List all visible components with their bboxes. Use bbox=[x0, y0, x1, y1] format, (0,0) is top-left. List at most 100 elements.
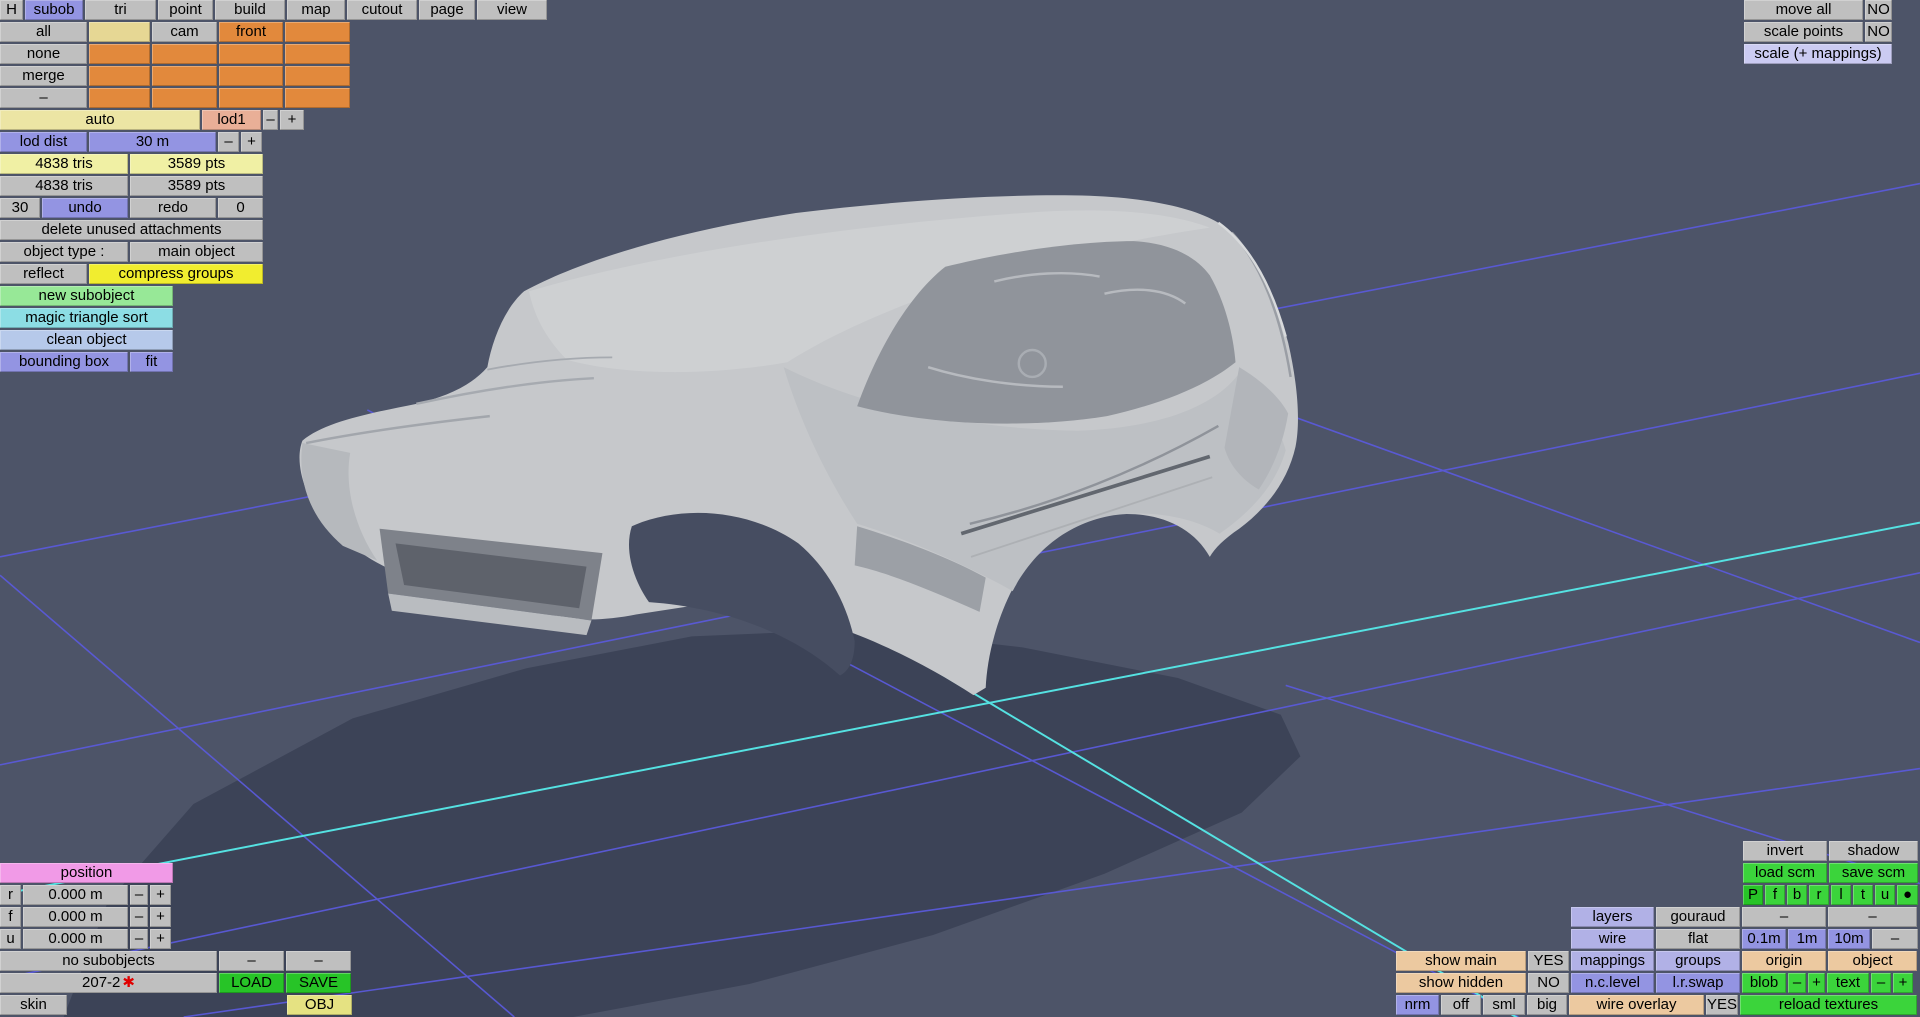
front-button[interactable]: front bbox=[219, 22, 283, 42]
groups-button[interactable]: groups bbox=[1656, 951, 1740, 971]
lod-auto-button[interactable]: auto bbox=[0, 110, 200, 130]
reload-textures-button[interactable]: reload textures bbox=[1740, 995, 1917, 1015]
selection-slot[interactable] bbox=[219, 44, 283, 64]
text-button[interactable]: text bbox=[1827, 973, 1869, 993]
selection-dash-button[interactable]: – bbox=[0, 88, 87, 108]
object-button[interactable]: object bbox=[1828, 951, 1917, 971]
nc-level-button[interactable]: n.c.level bbox=[1571, 973, 1654, 993]
new-subobject-button[interactable]: new subobject bbox=[0, 286, 173, 306]
load-scm-button[interactable]: load scm bbox=[1743, 863, 1827, 883]
position-u-minus-button[interactable]: – bbox=[130, 929, 148, 949]
position-r-value[interactable]: 0.000 m bbox=[23, 885, 128, 905]
scale-mappings-button[interactable]: scale (+ mappings) bbox=[1744, 44, 1892, 64]
obj-button[interactable]: OBJ bbox=[287, 995, 352, 1015]
lod-plus-button[interactable]: + bbox=[280, 110, 304, 130]
lod-dist-value[interactable]: 30 m bbox=[89, 132, 216, 152]
selection-slot[interactable] bbox=[219, 66, 283, 86]
selection-slot[interactable] bbox=[152, 66, 217, 86]
position-r-minus-button[interactable]: – bbox=[130, 885, 148, 905]
lod-dist-plus-button[interactable]: + bbox=[241, 132, 262, 152]
selection-slot[interactable] bbox=[152, 88, 217, 108]
selection-slot[interactable] bbox=[285, 22, 350, 42]
show-hidden-button[interactable]: show hidden bbox=[1396, 973, 1526, 993]
origin-button[interactable]: origin bbox=[1742, 951, 1826, 971]
select-all-button[interactable]: all bbox=[0, 22, 87, 42]
show-hidden-value[interactable]: NO bbox=[1528, 973, 1569, 993]
view-top-button[interactable]: t bbox=[1853, 885, 1873, 905]
selection-slot[interactable] bbox=[285, 66, 350, 86]
tab-page[interactable]: page bbox=[419, 0, 475, 20]
select-none-button[interactable]: none bbox=[0, 44, 87, 64]
model-name[interactable]: 207-2 ✱ bbox=[0, 973, 217, 993]
show-main-value[interactable]: YES bbox=[1528, 951, 1569, 971]
grid-step-01m-button[interactable]: 0.1m bbox=[1742, 929, 1786, 949]
grid-step-10m-button[interactable]: 10m bbox=[1828, 929, 1870, 949]
position-r-plus-button[interactable]: + bbox=[150, 885, 171, 905]
gouraud-button[interactable]: gouraud bbox=[1656, 907, 1740, 927]
view-right-button[interactable]: r bbox=[1809, 885, 1829, 905]
position-f-value[interactable]: 0.000 m bbox=[23, 907, 128, 927]
tab-view[interactable]: view bbox=[477, 0, 547, 20]
view-back-button[interactable]: b bbox=[1787, 885, 1807, 905]
tab-point[interactable]: point bbox=[158, 0, 213, 20]
tab-map[interactable]: map bbox=[287, 0, 345, 20]
subobject-dash-button[interactable]: – bbox=[286, 951, 351, 971]
render-dash-button[interactable]: – bbox=[1742, 907, 1826, 927]
blob-minus-button[interactable]: – bbox=[1788, 973, 1806, 993]
undo-button[interactable]: undo bbox=[42, 198, 128, 218]
selection-slot[interactable] bbox=[89, 22, 150, 42]
view-front-button[interactable]: f bbox=[1765, 885, 1785, 905]
view-under-button[interactable]: u bbox=[1875, 885, 1895, 905]
subobjects-status[interactable]: no subobjects bbox=[0, 951, 217, 971]
selection-slot[interactable] bbox=[89, 66, 150, 86]
sml-button[interactable]: sml bbox=[1483, 995, 1525, 1015]
scale-points-button[interactable]: scale points bbox=[1744, 22, 1863, 42]
selection-slot[interactable] bbox=[152, 44, 217, 64]
wire-overlay-value[interactable]: YES bbox=[1706, 995, 1738, 1015]
invert-button[interactable]: invert bbox=[1743, 841, 1827, 861]
off-button[interactable]: off bbox=[1441, 995, 1481, 1015]
delete-unused-attachments-button[interactable]: delete unused attachments bbox=[0, 220, 263, 240]
blob-button[interactable]: blob bbox=[1742, 973, 1786, 993]
move-all-value[interactable]: NO bbox=[1865, 0, 1892, 20]
object-type-value[interactable]: main object bbox=[130, 242, 263, 262]
render-dash-button[interactable]: – bbox=[1828, 907, 1917, 927]
view-perspective-button[interactable]: P bbox=[1743, 885, 1763, 905]
clean-object-button[interactable]: clean object bbox=[0, 330, 173, 350]
compress-groups-button[interactable]: compress groups bbox=[89, 264, 263, 284]
view-dot-button[interactable]: ● bbox=[1897, 885, 1918, 905]
tab-cutout[interactable]: cutout bbox=[347, 0, 417, 20]
selection-slot[interactable] bbox=[285, 88, 350, 108]
skin-button[interactable]: skin bbox=[0, 995, 67, 1015]
selection-slot[interactable] bbox=[285, 44, 350, 64]
grid-step-dash-button[interactable]: – bbox=[1872, 929, 1918, 949]
selection-slot[interactable] bbox=[89, 88, 150, 108]
show-main-button[interactable]: show main bbox=[1396, 951, 1526, 971]
big-button[interactable]: big bbox=[1527, 995, 1567, 1015]
selection-slot[interactable] bbox=[219, 88, 283, 108]
fit-button[interactable]: fit bbox=[130, 352, 173, 372]
bounding-box-button[interactable]: bounding box bbox=[0, 352, 128, 372]
grid-step-1m-button[interactable]: 1m bbox=[1788, 929, 1826, 949]
merge-button[interactable]: merge bbox=[0, 66, 87, 86]
lod1-button[interactable]: lod1 bbox=[202, 110, 261, 130]
scale-points-value[interactable]: NO bbox=[1865, 22, 1892, 42]
position-f-minus-button[interactable]: – bbox=[130, 907, 148, 927]
lr-swap-button[interactable]: l.r.swap bbox=[1656, 973, 1740, 993]
reflect-button[interactable]: reflect bbox=[0, 264, 87, 284]
flat-button[interactable]: flat bbox=[1656, 929, 1740, 949]
move-all-button[interactable]: move all bbox=[1744, 0, 1863, 20]
selection-slot[interactable] bbox=[89, 44, 150, 64]
wire-button[interactable]: wire bbox=[1571, 929, 1654, 949]
cam-button[interactable]: cam bbox=[152, 22, 217, 42]
tab-build[interactable]: build bbox=[215, 0, 285, 20]
blob-plus-button[interactable]: + bbox=[1808, 973, 1825, 993]
position-u-value[interactable]: 0.000 m bbox=[23, 929, 128, 949]
tab-h[interactable]: H bbox=[0, 0, 23, 20]
shadow-button[interactable]: shadow bbox=[1829, 841, 1918, 861]
tab-subob[interactable]: subob bbox=[25, 0, 83, 20]
subobject-dash-button[interactable]: – bbox=[219, 951, 284, 971]
save-scm-button[interactable]: save scm bbox=[1829, 863, 1918, 883]
magic-triangle-sort-button[interactable]: magic triangle sort bbox=[0, 308, 173, 328]
position-f-plus-button[interactable]: + bbox=[150, 907, 171, 927]
